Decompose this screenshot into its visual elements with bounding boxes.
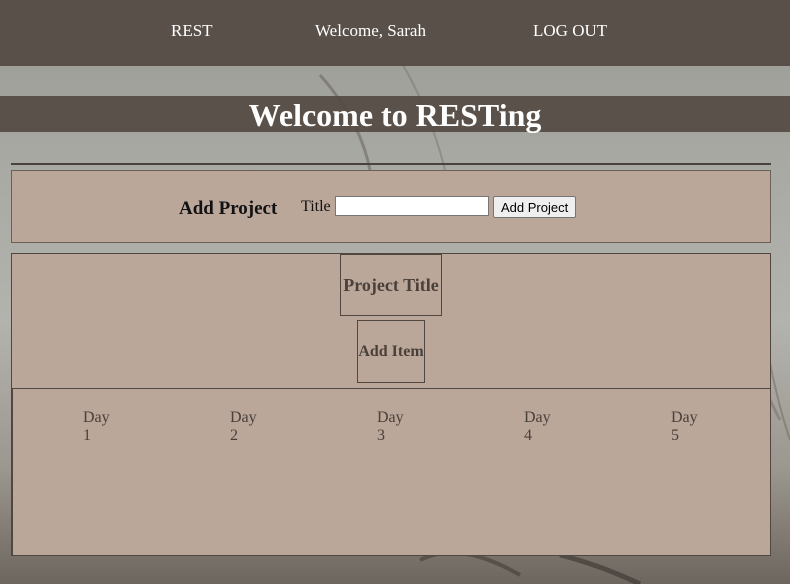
day-word: Day: [524, 409, 551, 426]
day-number: 3: [377, 427, 385, 444]
day-number: 4: [524, 427, 532, 444]
nav-brand-link[interactable]: REST: [171, 21, 213, 41]
logout-link[interactable]: LOG OUT: [533, 21, 607, 41]
title-label: Title: [301, 198, 331, 215]
day-number: 5: [671, 427, 679, 444]
day-word: Day: [83, 409, 110, 426]
day-column-4: Day 4: [524, 409, 564, 445]
page-title: Welcome to RESTing: [248, 97, 542, 133]
day-column-1: Day 1: [83, 409, 123, 445]
project-title-input[interactable]: [335, 196, 489, 216]
day-column-5: Day 5: [671, 409, 711, 445]
day-number: 1: [83, 427, 91, 444]
project-panel: Project Title Add Item Day 1 Day 2 Day 3…: [11, 253, 771, 556]
project-title[interactable]: Project Title: [340, 254, 442, 316]
day-column-3: Day 3: [377, 409, 417, 445]
add-project-heading: Add Project: [179, 198, 278, 219]
day-number: 2: [230, 427, 238, 444]
add-project-panel: Add Project Title Add Project: [11, 170, 771, 243]
divider: [11, 163, 771, 165]
add-item-button[interactable]: Add Item: [357, 320, 425, 383]
day-column-2: Day 2: [230, 409, 270, 445]
day-word: Day: [377, 409, 404, 426]
add-project-button[interactable]: Add Project: [493, 196, 577, 218]
nav-welcome-text: Welcome, Sarah: [315, 21, 426, 40]
days-area: Day 1 Day 2 Day 3 Day 4 Day 5: [12, 388, 771, 555]
day-word: Day: [671, 409, 698, 426]
title-banner: Welcome to RESTing: [0, 96, 790, 133]
day-word: Day: [230, 409, 257, 426]
top-navbar: REST Welcome, Sarah LOG OUT: [0, 0, 790, 66]
